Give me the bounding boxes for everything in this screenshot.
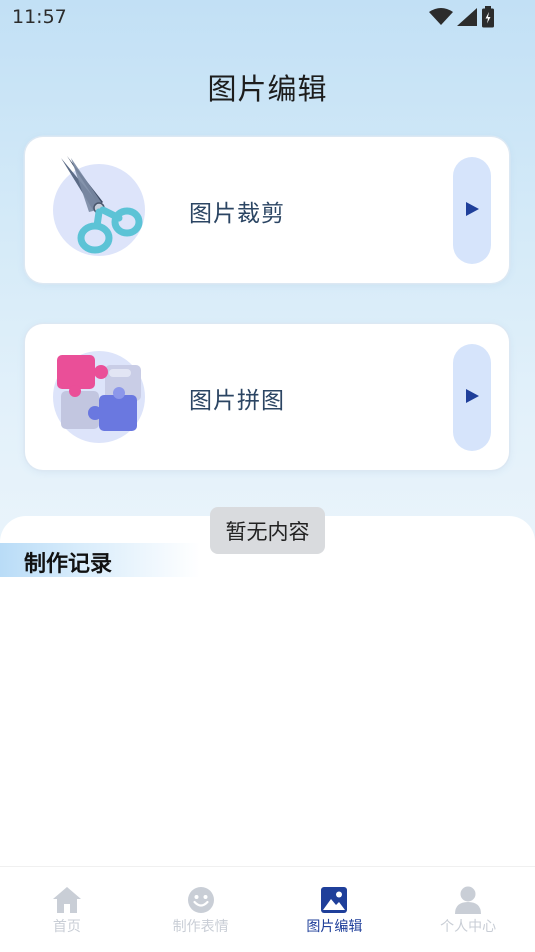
status-icons	[429, 6, 495, 32]
records-header: 制作记录	[0, 543, 200, 577]
page-title: 图片编辑	[207, 72, 328, 106]
wifi-icon	[429, 8, 453, 30]
scissors-icon	[53, 156, 145, 256]
tab-image-edit[interactable]: 图片编辑	[268, 867, 402, 952]
status-time: 11:57	[12, 6, 67, 28]
tab-home[interactable]: 首页	[0, 867, 134, 952]
empty-toast: 暂无内容	[210, 507, 325, 554]
image-puzzle-card[interactable]: 图片拼图	[25, 324, 509, 470]
tab-image-edit-label: 图片编辑	[306, 919, 363, 935]
image-icon	[319, 885, 349, 915]
status-bar: 11:57	[0, 0, 535, 36]
image-puzzle-go-button[interactable]	[453, 344, 491, 451]
tab-make-sticker[interactable]: 制作表情	[134, 867, 268, 952]
tab-profile-label: 个人中心	[440, 919, 497, 935]
battery-icon	[481, 6, 495, 32]
play-arrow-icon	[464, 201, 480, 221]
signal-icon	[457, 8, 477, 30]
records-title: 制作记录	[24, 552, 113, 577]
tab-profile[interactable]: 个人中心	[401, 867, 535, 952]
tab-make-sticker-label: 制作表情	[172, 919, 229, 935]
image-crop-go-button[interactable]	[453, 157, 491, 264]
tab-home-label: 首页	[52, 919, 81, 935]
image-crop-card[interactable]: 图片裁剪	[25, 137, 509, 283]
play-arrow-icon	[464, 388, 480, 408]
image-puzzle-label: 图片拼图	[189, 388, 285, 414]
puzzle-icon	[53, 351, 145, 443]
bottom-tab-bar: 首页 制作表情 图片编辑 个人中心	[0, 866, 535, 952]
person-icon	[453, 885, 483, 915]
smiley-icon	[186, 885, 216, 915]
image-crop-label: 图片裁剪	[189, 201, 285, 227]
home-icon	[52, 885, 82, 915]
